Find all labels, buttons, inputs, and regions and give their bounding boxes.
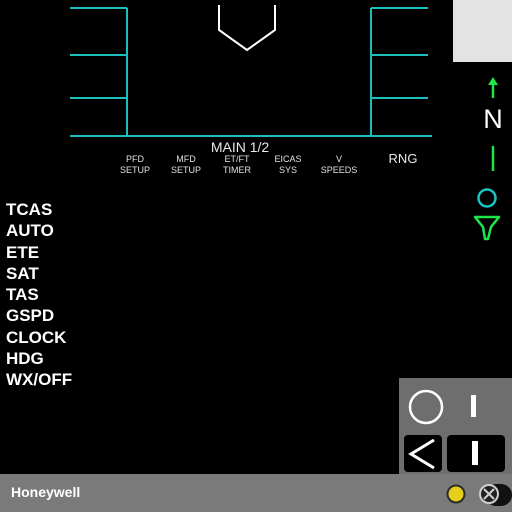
- menu-title: MAIN 1/2: [210, 139, 270, 155]
- left-item-clock[interactable]: CLOCK: [6, 327, 72, 348]
- top-right-panel[interactable]: [453, 0, 512, 62]
- heading-marker: [218, 5, 276, 52]
- select-bar-icon: [472, 441, 478, 465]
- left-item-tas[interactable]: TAS: [6, 284, 72, 305]
- softkey-label-line2: SETUP: [119, 165, 150, 175]
- softkey-label-line2: SPEEDS: [320, 165, 358, 175]
- north-indicator: [473, 77, 501, 241]
- circle-button-icon: [408, 389, 444, 425]
- brand-logo: Honeywell: [11, 484, 81, 500]
- north-label: N: [483, 104, 503, 134]
- control-panel: [399, 378, 512, 474]
- left-item-wx-off[interactable]: WX/OFF: [6, 369, 72, 390]
- left-menu-list: TCAS AUTO ETE SAT TAS GSPD CLOCK HDG WX/…: [6, 199, 72, 391]
- left-item-hdg[interactable]: HDG: [6, 348, 72, 369]
- aircraft-symbol-icon: [473, 215, 501, 241]
- softkey-mfd-setup[interactable]: MFD SETUP: [166, 154, 206, 176]
- softkey-pfd-setup[interactable]: PFD SETUP: [115, 154, 155, 176]
- left-item-tcas[interactable]: TCAS: [6, 199, 72, 220]
- softkey-label-line1: V: [335, 154, 342, 164]
- softkey-v-speeds[interactable]: V SPEEDS: [318, 154, 360, 176]
- left-item-sat[interactable]: SAT: [6, 263, 72, 284]
- softkey-label-line2: SYS: [278, 165, 297, 175]
- softkey-label-line2: SETUP: [170, 165, 201, 175]
- softkey-label-line1: EICAS: [274, 154, 302, 164]
- north-arrow-icon: [488, 77, 498, 98]
- bottom-icons: [446, 484, 512, 506]
- left-item-gspd[interactable]: GSPD: [6, 305, 72, 326]
- softkey-label-line1: PFD: [126, 154, 144, 164]
- status-light-icon: [446, 484, 466, 504]
- softkey-eicas-sys[interactable]: EICAS SYS: [268, 154, 308, 176]
- softkey-et-ft-timer[interactable]: ET/FT TIMER: [217, 154, 257, 176]
- toggle-bar-icon: [471, 395, 476, 417]
- softkey-label-line1: ET/FT: [224, 154, 250, 164]
- softkey-label-line2: TIMER: [223, 165, 251, 175]
- left-item-ete[interactable]: ETE: [6, 242, 72, 263]
- left-item-auto[interactable]: AUTO: [6, 220, 72, 241]
- range-softkey[interactable]: RNG: [380, 151, 426, 166]
- softkey-label-line1: MFD: [176, 154, 196, 164]
- aircraft-circle-icon: [477, 188, 497, 208]
